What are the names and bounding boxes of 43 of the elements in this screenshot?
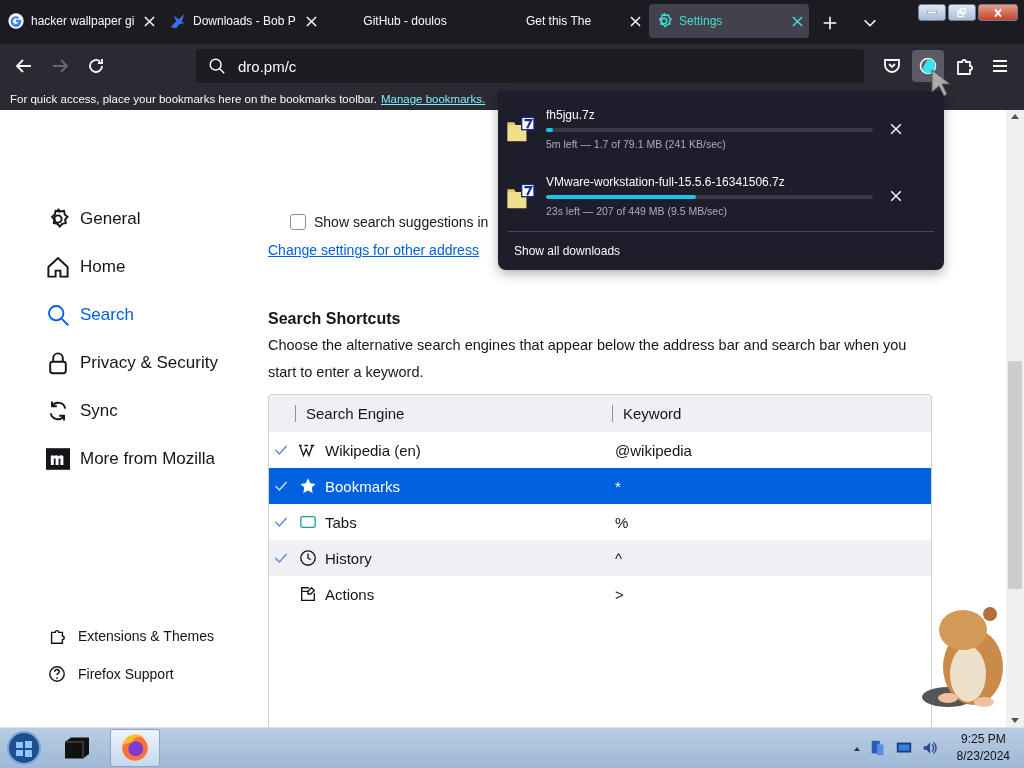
section-description: Choose the alternative search engines that appear below the address bar and search bar when you start to enter a keyword. bbox=[268, 336, 908, 382]
section-title: Search Shortcuts bbox=[268, 310, 402, 328]
checkbox-label: Show search suggestions in bbox=[314, 214, 489, 230]
sidebar-item[interactable]: Privacy & Security bbox=[46, 339, 268, 387]
keyword-cell-text: ^ bbox=[614, 549, 623, 567]
sidebar-item[interactable]: Home bbox=[46, 243, 268, 291]
table-row[interactable]: History ^ bbox=[269, 540, 931, 576]
table-row[interactable]: Wikipedia (en) @wikipedia bbox=[269, 432, 931, 468]
table-row[interactable]: Actions > bbox=[269, 576, 931, 612]
table-row[interactable]: Bookmarks * bbox=[269, 468, 931, 504]
download-status: 5m left — 1.7 of 79.1 MB (241 KB/sec) bbox=[546, 137, 727, 150]
manage-bookmarks-link[interactable]: Manage bookmarks. bbox=[380, 93, 486, 105]
keyword-cell-text: > bbox=[614, 585, 624, 603]
table-row[interactable]: Tabs % bbox=[269, 504, 931, 540]
browser-tab[interactable]: Get this The bbox=[487, 4, 647, 38]
keyword-cell-text: * bbox=[614, 477, 621, 495]
bookmarks-hint: For quick access, place your bookmarks here on the bookmarks toolbar. bbox=[10, 93, 377, 105]
browser-tab[interactable]: GitHub - doulos bbox=[325, 4, 485, 38]
sidebar-item[interactable]: Search bbox=[46, 291, 268, 339]
sidebar-item[interactable]: More from Mozilla bbox=[46, 435, 268, 483]
browser-tab[interactable]: Settings bbox=[649, 4, 809, 38]
browser-tab[interactable]: Downloads - Bob P bbox=[163, 4, 323, 38]
engine-name: Bookmarks bbox=[325, 477, 401, 495]
download-filename: VMware-workstation-full-15.5.6-16341506.7z bbox=[546, 174, 786, 189]
sidebar-item[interactable]: Sync bbox=[46, 387, 268, 435]
browser-tab[interactable]: hacker wallpaper gi bbox=[1, 4, 161, 38]
engine-name: Tabs bbox=[325, 513, 357, 531]
clock[interactable]: 9:25 PM 8/23/2024 bbox=[946, 731, 1020, 765]
engine-name: Wikipedia (en) bbox=[325, 441, 421, 459]
sidebar-link[interactable]: Firefox Support bbox=[46, 655, 268, 693]
download-status: 23s left — 207 of 449 MB (9.5 MB/sec) bbox=[546, 204, 728, 217]
download-filename: fh5jgu.7z bbox=[546, 107, 596, 122]
column-header[interactable]: Search Engine bbox=[295, 405, 612, 422]
sidebar-item[interactable]: General bbox=[46, 195, 268, 243]
address-field[interactable]: dro.pm/c bbox=[196, 49, 864, 83]
engine-name: Actions bbox=[325, 585, 375, 603]
show-all-downloads-button[interactable]: Show all downloads bbox=[504, 232, 631, 270]
keyword-cell-text: @wikipedia bbox=[614, 441, 692, 459]
settings-link[interactable]: Change settings for other address bbox=[268, 242, 479, 258]
column-header[interactable]: Keyword bbox=[612, 405, 682, 422]
engine-name: History bbox=[325, 549, 372, 567]
sidebar-link[interactable]: Extensions & Themes bbox=[46, 617, 268, 655]
keyword-cell-text: % bbox=[614, 513, 629, 531]
